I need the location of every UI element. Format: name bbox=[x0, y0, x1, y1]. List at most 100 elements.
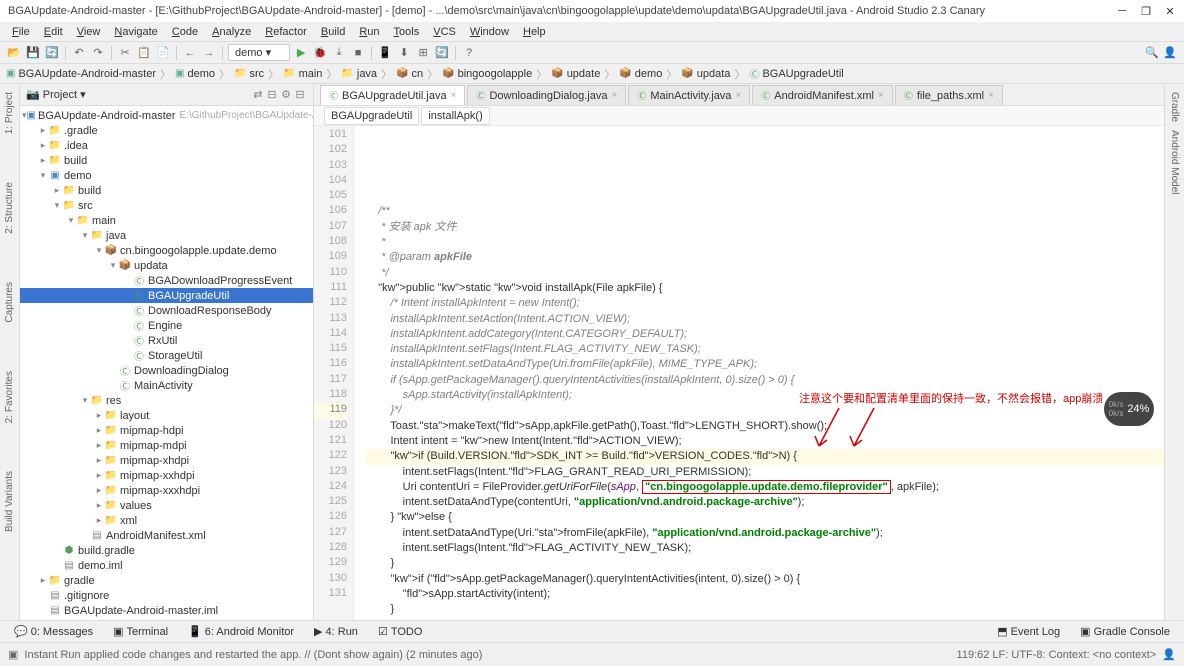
breadcrumb-item[interactable]: 📦 bingoogolapple bbox=[442, 68, 532, 80]
tree-node[interactable]: ▸📁layout bbox=[20, 408, 313, 423]
code-line[interactable]: installApkIntent.setDataAndType(Uri.from… bbox=[366, 357, 1164, 372]
tree-node[interactable]: ▤BGAUpdate-Android-master.iml bbox=[20, 603, 313, 618]
code-line[interactable]: } "kw">else { bbox=[366, 510, 1164, 525]
paste-icon[interactable]: 📄 bbox=[155, 45, 171, 61]
menu-navigate[interactable]: Navigate bbox=[108, 24, 163, 40]
tree-node[interactable]: ▸📁xml bbox=[20, 513, 313, 528]
tree-node[interactable]: ▸📁build bbox=[20, 183, 313, 198]
breadcrumb-item[interactable]: ▣ BGAUpdate-Android-master bbox=[6, 68, 156, 80]
crumb-method[interactable]: installApk() bbox=[421, 107, 489, 125]
breadcrumb-item[interactable]: 📦 demo bbox=[619, 68, 662, 80]
copy-icon[interactable]: 📋 bbox=[136, 45, 152, 61]
user-icon[interactable]: 👤 bbox=[1162, 45, 1178, 61]
breadcrumb-item[interactable]: Ⓒ BGAUpgradeUtil bbox=[749, 66, 843, 81]
save-icon[interactable]: 💾 bbox=[25, 45, 41, 61]
structure-icon[interactable]: ⊞ bbox=[415, 45, 431, 61]
breadcrumb-item[interactable]: 📦 updata bbox=[681, 68, 730, 80]
bottom-tab[interactable]: 📱6: Android Monitor bbox=[180, 623, 302, 640]
minimize-button[interactable]: ─ bbox=[1116, 5, 1128, 18]
back-icon[interactable]: ← bbox=[182, 45, 198, 61]
tree-node[interactable]: ▾📁src bbox=[20, 198, 313, 213]
search-icon[interactable]: 🔍 bbox=[1145, 46, 1159, 59]
tree-node[interactable]: ▸📁.idea bbox=[20, 138, 313, 153]
close-button[interactable]: ✕ bbox=[1164, 5, 1176, 18]
redo-icon[interactable]: ↷ bbox=[90, 45, 106, 61]
menu-build[interactable]: Build bbox=[315, 24, 351, 40]
tree-node[interactable]: ▾▣demo bbox=[20, 168, 313, 183]
code-line[interactable]: "kw">if ("fld">sApp.getPackageManager().… bbox=[366, 572, 1164, 587]
tree-node[interactable]: ▾📁res bbox=[20, 393, 313, 408]
code-line[interactable]: intent.setDataAndType(contentUri, "appli… bbox=[366, 495, 1164, 510]
editor-tab[interactable]: ⒸAndroidManifest.xml× bbox=[752, 85, 893, 105]
tree-node[interactable]: ⬢build.gradle bbox=[20, 543, 313, 558]
tree-node[interactable]: ⬢build.gradle bbox=[20, 618, 313, 620]
tree-node[interactable]: ▾📁main bbox=[20, 213, 313, 228]
tree-node[interactable]: ▸📁.gradle bbox=[20, 123, 313, 138]
side-tab[interactable]: 2: Structure bbox=[4, 178, 15, 238]
code-line[interactable]: "kw">public "kw">static "kw">void instal… bbox=[366, 281, 1164, 296]
scroll-from-source-icon[interactable]: ⇄ bbox=[251, 88, 265, 101]
code-line[interactable]: * @param apkFile bbox=[366, 250, 1164, 265]
code-line[interactable]: /** bbox=[366, 204, 1164, 219]
code-line[interactable]: installApkIntent.setFlags(Intent.FLAG_AC… bbox=[366, 342, 1164, 357]
code-line[interactable]: } bbox=[366, 602, 1164, 617]
breadcrumb-item[interactable]: ▣ demo bbox=[175, 68, 215, 80]
tree-node[interactable]: ▤.gitignore bbox=[20, 588, 313, 603]
code-line[interactable]: installApkIntent.addCategory(Intent.CATE… bbox=[366, 327, 1164, 342]
menu-code[interactable]: Code bbox=[166, 24, 204, 40]
code-line[interactable]: /* Intent installApkIntent = new Intent(… bbox=[366, 296, 1164, 311]
close-tab-icon[interactable]: × bbox=[451, 90, 457, 101]
cut-icon[interactable]: ✂ bbox=[117, 45, 133, 61]
close-tab-icon[interactable]: × bbox=[611, 90, 617, 101]
close-tab-icon[interactable]: × bbox=[988, 90, 994, 101]
bottom-tab[interactable]: ▶4: Run bbox=[306, 623, 366, 640]
menu-edit[interactable]: Edit bbox=[38, 24, 69, 40]
tree-node[interactable]: ⒸRxUtil bbox=[20, 333, 313, 348]
code-line[interactable]: Toast."sta">makeText("fld">sApp,apkFile.… bbox=[366, 419, 1164, 434]
side-tab[interactable]: Build Variants bbox=[4, 467, 15, 536]
editor-tab[interactable]: ⒸBGAUpgradeUtil.java× bbox=[320, 85, 465, 105]
forward-icon[interactable]: → bbox=[201, 45, 217, 61]
side-tab[interactable]: 1: Project bbox=[4, 88, 15, 138]
code-line[interactable]: intent.setDataAndType(Uri."sta">fromFile… bbox=[366, 526, 1164, 541]
bottom-tab[interactable]: ▣Terminal bbox=[105, 623, 176, 640]
menu-analyze[interactable]: Analyze bbox=[206, 24, 257, 40]
menu-view[interactable]: View bbox=[71, 24, 107, 40]
menu-vcs[interactable]: VCS bbox=[427, 24, 462, 40]
hide-icon[interactable]: ⊟ bbox=[293, 88, 307, 101]
debug-icon[interactable]: 🐞 bbox=[312, 45, 328, 61]
code-line[interactable]: installApkIntent.setAction(Intent.ACTION… bbox=[366, 312, 1164, 327]
tree-node[interactable]: ⒸDownloadingDialog bbox=[20, 363, 313, 378]
tree-node[interactable]: ▤AndroidManifest.xml bbox=[20, 528, 313, 543]
undo-icon[interactable]: ↶ bbox=[71, 45, 87, 61]
bottom-tab[interactable]: ☑TODO bbox=[370, 623, 430, 640]
code-line[interactable]: "kw">if (Build.VERSION."fld">SDK_INT >= … bbox=[366, 449, 1164, 464]
tree-node[interactable]: ▸📁mipmap-mdpi bbox=[20, 438, 313, 453]
code-line[interactable]: } bbox=[366, 556, 1164, 571]
menu-window[interactable]: Window bbox=[464, 24, 515, 40]
code-area[interactable]: 1011021031041051061071081091101111121131… bbox=[314, 126, 1164, 620]
side-tab[interactable]: 2: Favorites bbox=[4, 367, 15, 427]
breadcrumb-item[interactable]: 📁 main bbox=[283, 68, 322, 80]
code-line[interactable]: * bbox=[366, 235, 1164, 250]
zoom-indicator[interactable]: 0k/s0k/s 24% bbox=[1104, 392, 1154, 426]
tree-node[interactable]: ▸📁mipmap-hdpi bbox=[20, 423, 313, 438]
gear-icon[interactable]: ⚙ bbox=[279, 88, 293, 101]
menu-run[interactable]: Run bbox=[353, 24, 385, 40]
code-line[interactable]: } bbox=[366, 618, 1164, 621]
tree-node[interactable]: ▸📁gradle bbox=[20, 573, 313, 588]
tree-node[interactable]: ⒸBGAUpgradeUtil bbox=[20, 288, 313, 303]
stop-icon[interactable]: ■ bbox=[350, 45, 366, 61]
tree-node[interactable]: ▤demo.iml bbox=[20, 558, 313, 573]
breadcrumb-item[interactable]: 📦 update bbox=[551, 68, 600, 80]
editor-tab[interactable]: Ⓒfile_paths.xml× bbox=[895, 85, 1003, 105]
project-view-select[interactable]: 📷 Project ▾ bbox=[26, 88, 86, 101]
maximize-button[interactable]: ❐ bbox=[1140, 5, 1152, 18]
tree-node[interactable]: ▾📁java bbox=[20, 228, 313, 243]
tree-node[interactable]: ⒸDownloadResponseBody bbox=[20, 303, 313, 318]
tree-node[interactable]: ▸📁values bbox=[20, 498, 313, 513]
help-icon[interactable]: ? bbox=[461, 45, 477, 61]
code-lines[interactable]: 注意这个要和配置清单里面的保持一致，不然会报错，app崩溃 /** * 安装 a… bbox=[354, 126, 1164, 620]
breadcrumb-item[interactable]: 📁 java bbox=[341, 68, 377, 80]
tree-node[interactable]: ▾📦updata bbox=[20, 258, 313, 273]
